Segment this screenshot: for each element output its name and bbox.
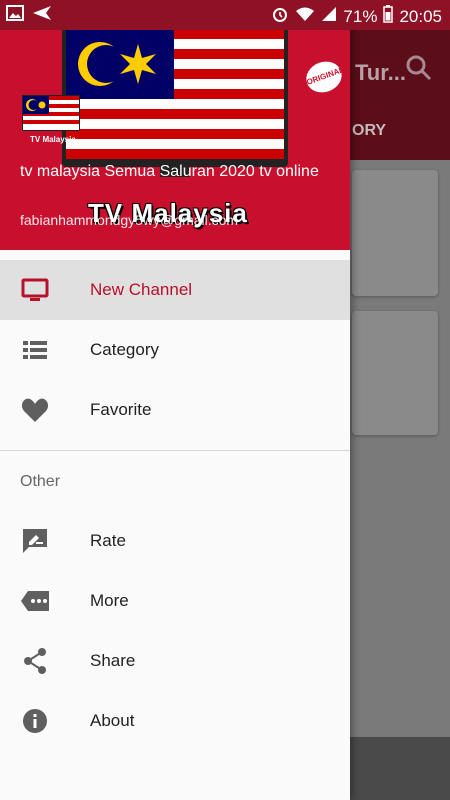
menu-item-rate[interactable]: Rate [0, 511, 350, 571]
menu-label-new-channel: New Channel [90, 280, 193, 299]
menu-item-new-channel[interactable]: New Channel [0, 260, 350, 320]
menu-label-favorite: Favorite [90, 400, 152, 419]
background-card[interactable] [352, 170, 438, 296]
menu-item-favorite[interactable]: Favorite [0, 380, 350, 440]
navigation-drawer: ORIGINAL TV Malaysia tv malaysia Semua S… [0, 0, 350, 800]
menu-label-share: Share [90, 651, 136, 670]
background-card[interactable] [352, 311, 438, 435]
info-icon [20, 707, 50, 735]
menu-item-share[interactable]: Share [0, 631, 350, 691]
menu-label-rate: Rate [90, 531, 126, 550]
clock: 20:05 [399, 6, 442, 26]
menu-label-more: More [90, 591, 129, 610]
alarm-icon [271, 5, 289, 28]
search-icon[interactable] [405, 54, 433, 82]
background-title: Tur... [355, 60, 406, 85]
more-icon [20, 587, 50, 615]
drawer-header: ORIGINAL TV Malaysia tv malaysia Semua S… [0, 0, 350, 250]
drawer-email: fabianhammondgy5wy@gmail.com [20, 212, 239, 228]
rate-icon [20, 527, 50, 555]
battery-icon [383, 5, 394, 28]
menu-label-category: Category [90, 340, 159, 359]
send-icon [32, 5, 52, 26]
share-icon [20, 647, 50, 675]
original-badge: ORIGINAL [299, 54, 349, 100]
tv-icon [20, 276, 50, 304]
gallery-icon [6, 5, 24, 26]
status-bar: 71% 20:05 [0, 0, 450, 30]
battery-level: 71% [343, 6, 378, 26]
menu-item-about[interactable]: About [0, 691, 350, 751]
drawer-app-title: tv malaysia Semua Saluran 2020 tv online [20, 163, 319, 180]
menu-item-more[interactable]: More [0, 571, 350, 631]
app-logo-label: TV Malaysia [30, 135, 76, 144]
signal-icon [321, 6, 337, 27]
background-tab[interactable]: ORY [352, 122, 386, 140]
app-logo [22, 95, 80, 131]
list-icon [20, 336, 50, 364]
menu-label-about: About [90, 711, 135, 730]
menu-divider [0, 450, 350, 451]
tv-flag-illustration: ORIGINAL [62, 25, 349, 167]
heart-icon [20, 396, 50, 424]
section-title-other: Other [20, 473, 61, 490]
wifi-icon [295, 6, 315, 27]
menu-item-category[interactable]: Category [0, 320, 350, 380]
